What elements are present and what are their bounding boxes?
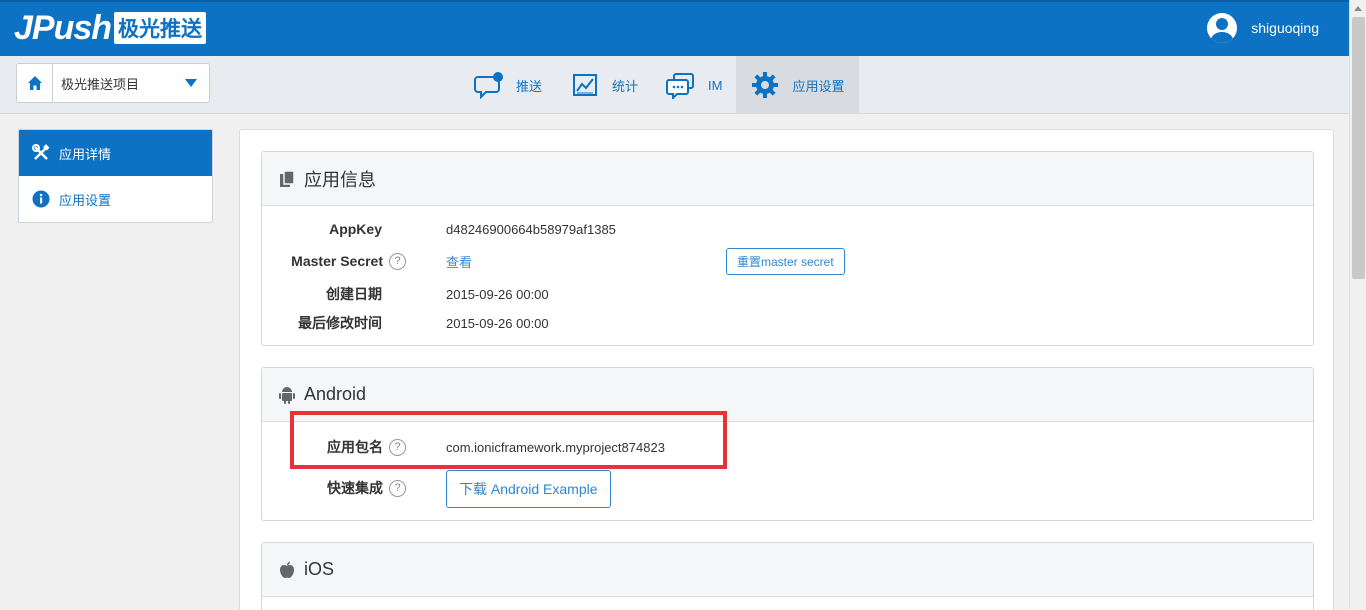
apple-icon	[278, 561, 296, 579]
tab-label: 推送	[516, 78, 543, 94]
card-title: Android	[304, 384, 367, 404]
sidebar-item-app-settings[interactable]: 应用设置	[19, 176, 212, 222]
quick-integrate-row: 快速集成 ?	[262, 477, 1313, 499]
created-value: 2015-09-26 00:00	[446, 286, 549, 302]
main-tabs: 推送 统计 IM 应用设置	[460, 56, 859, 114]
view-secret-link[interactable]: 查看	[446, 252, 472, 271]
scroll-up-icon[interactable]	[1354, 6, 1362, 11]
highlight-box	[290, 411, 727, 469]
card-header: iOS	[262, 543, 1313, 597]
quick-label: 快速集成	[327, 480, 383, 496]
chevron-down-icon[interactable]	[185, 79, 197, 87]
master-secret-row: Master Secret ? 查看 重置master secret	[262, 247, 1313, 275]
modified-row: 最后修改时间 2015-09-26 00:00	[262, 312, 1313, 334]
tab-app-settings[interactable]: 应用设置	[736, 56, 859, 114]
page-scrollbar[interactable]	[1349, 0, 1366, 610]
appkey-label: AppKey	[329, 221, 382, 237]
chart-icon	[570, 71, 600, 99]
home-icon[interactable]	[17, 64, 53, 102]
user-menu[interactable]: shiguoqing	[1207, 13, 1319, 43]
card-header: 应用信息	[262, 152, 1313, 206]
tab-push[interactable]: 推送	[460, 56, 556, 114]
tools-icon	[31, 143, 51, 163]
chat-bubble-icon	[474, 71, 504, 99]
download-android-example-button[interactable]: 下载 Android Example	[446, 470, 611, 508]
sidebar-item-label: 应用设置	[59, 192, 112, 208]
android-icon	[278, 386, 296, 404]
tab-label: 应用设置	[792, 78, 845, 94]
card-title: iOS	[304, 559, 335, 579]
username[interactable]: shiguoqing	[1251, 20, 1319, 36]
help-icon[interactable]: ?	[389, 479, 406, 497]
project-name: 极光推送项目	[61, 76, 140, 92]
master-secret-label: Master Secret	[291, 253, 383, 269]
created-label: 创建日期	[326, 286, 382, 302]
tab-label: 统计	[612, 78, 639, 94]
sidebar-item-app-details[interactable]: 应用详情	[19, 130, 212, 176]
tab-label: IM	[708, 77, 723, 93]
sidebar: 应用详情 应用设置	[18, 129, 213, 223]
appkey-value: d48246900664b58979af1385	[446, 221, 616, 237]
help-icon[interactable]: ?	[389, 252, 406, 270]
top-header: JPush 极光推送 shiguoqing	[0, 0, 1349, 56]
scroll-thumb[interactable]	[1352, 17, 1365, 279]
gear-icon	[750, 71, 780, 99]
copy-icon	[278, 169, 296, 188]
appkey-row: AppKey d48246900664b58979af1385	[262, 218, 1313, 240]
modified-value: 2015-09-26 00:00	[446, 315, 549, 331]
card-title: 应用信息	[304, 169, 376, 190]
logo-cn: 极光推送	[114, 12, 207, 44]
im-icon	[666, 71, 696, 99]
jpush-logo[interactable]: JPush 极光推送	[14, 8, 207, 48]
tab-stats[interactable]: 统计	[556, 56, 652, 114]
tab-im[interactable]: IM	[652, 56, 736, 114]
info-icon	[31, 189, 51, 209]
master-secret-label-wrap: Master Secret ?	[291, 252, 406, 270]
ios-card: iOS	[261, 542, 1314, 610]
modified-label: 最后修改时间	[298, 315, 382, 331]
reset-master-secret-button[interactable]: 重置master secret	[726, 247, 845, 275]
created-row: 创建日期 2015-09-26 00:00	[262, 283, 1313, 305]
logo-text: JPush	[14, 8, 112, 47]
avatar-icon[interactable]	[1207, 13, 1238, 43]
quick-label-wrap: 快速集成 ?	[327, 478, 406, 498]
sub-nav: 极光推送项目 推送 统计 IM 应用设置	[0, 56, 1349, 114]
app-info-card: 应用信息 AppKey d48246900664b58979af1385 Mas…	[261, 151, 1314, 346]
sidebar-item-label: 应用详情	[59, 146, 112, 162]
main-panel: 应用信息 AppKey d48246900664b58979af1385 Mas…	[239, 129, 1334, 610]
project-select[interactable]: 极光推送项目	[16, 63, 210, 103]
